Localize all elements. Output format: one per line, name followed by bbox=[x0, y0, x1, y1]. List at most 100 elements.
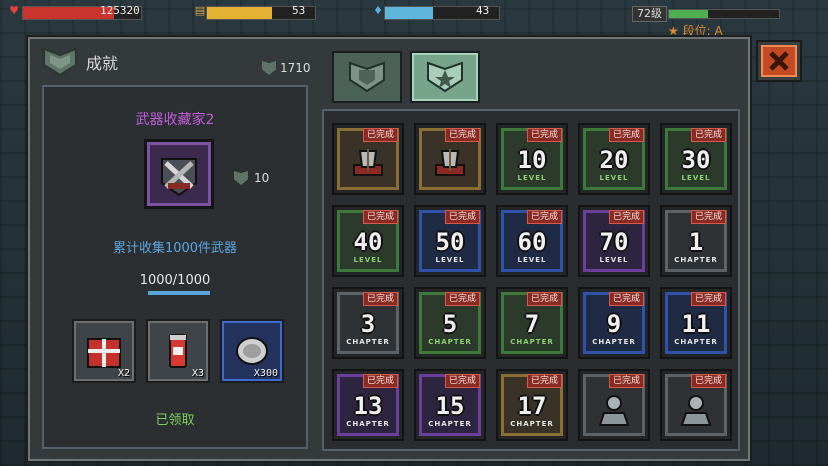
completed-tag: 已完成 bbox=[444, 128, 480, 142]
achievement-grid: 已完成 已完成 10 LEVEL 已完成 20 LEVEL 已完成 30 LEVEL 已完成 40 LE… bbox=[332, 123, 732, 441]
completed-tag: 已完成 bbox=[608, 374, 644, 388]
completed-tag: 已完成 bbox=[690, 128, 726, 142]
badge-label: CHAPTER bbox=[510, 419, 554, 428]
achievement-cell[interactable]: 已完成 bbox=[414, 123, 486, 195]
achievement-cell[interactable]: 7 CHAPTER 已完成 bbox=[496, 287, 568, 359]
achievement-cell[interactable]: 10 LEVEL 已完成 bbox=[496, 123, 568, 195]
badge-number: 40 bbox=[353, 227, 383, 256]
reward-quantity: X3 bbox=[191, 368, 204, 379]
completed-tag: 已完成 bbox=[690, 374, 726, 388]
badge-label: CHAPTER bbox=[346, 419, 390, 428]
hammer-banner-icon bbox=[435, 149, 465, 176]
achievement-cell[interactable]: 已完成 bbox=[660, 369, 732, 441]
completed-tag: 已完成 bbox=[690, 210, 726, 224]
points-value: 1710 bbox=[280, 61, 311, 75]
achievement-cell[interactable]: 11 CHAPTER 已完成 bbox=[660, 287, 732, 359]
badge-number: 50 bbox=[435, 227, 465, 256]
shield-tab-icon bbox=[349, 61, 385, 93]
achievement-cell[interactable]: 5 CHAPTER 已完成 bbox=[414, 287, 486, 359]
badge-number: 13 bbox=[353, 391, 383, 420]
badge-label: CHAPTER bbox=[674, 255, 718, 264]
achievement-cell[interactable]: 1 CHAPTER 已完成 bbox=[660, 205, 732, 277]
points-shield-icon bbox=[262, 61, 276, 75]
tab-achievement-star[interactable] bbox=[410, 51, 480, 103]
badge-number: 30 bbox=[681, 145, 711, 174]
completed-tag: 已完成 bbox=[526, 292, 562, 306]
achievement-grid-box: 已完成 已完成 10 LEVEL 已完成 20 LEVEL 已完成 30 LEVEL 已完成 40 LE… bbox=[322, 109, 740, 451]
hero-bust-icon bbox=[598, 395, 630, 426]
reward-item[interactable]: X300 bbox=[220, 319, 284, 383]
reward-quantity: X2 bbox=[117, 368, 130, 379]
completed-tag: 已完成 bbox=[526, 128, 562, 142]
badge-label: CHAPTER bbox=[592, 337, 636, 346]
star-shield-tab-icon bbox=[427, 61, 463, 93]
badge-label: CHAPTER bbox=[674, 337, 718, 346]
badge-label: CHAPTER bbox=[428, 337, 472, 346]
completed-tag: 已完成 bbox=[444, 374, 480, 388]
progress-text: 1000/1000 bbox=[139, 273, 211, 288]
completed-tag: 已完成 bbox=[444, 210, 480, 224]
achievement-cell[interactable]: 15 CHAPTER 已完成 bbox=[414, 369, 486, 441]
xp-bar bbox=[668, 9, 780, 19]
badge-label: LEVEL bbox=[517, 173, 547, 182]
achievement-cell[interactable]: 13 CHAPTER 已完成 bbox=[332, 369, 404, 441]
achievement-cell[interactable]: 已完成 bbox=[578, 369, 650, 441]
reward-item[interactable]: X2 bbox=[72, 319, 136, 383]
tab-achievement-shield[interactable] bbox=[332, 51, 402, 103]
rank-text: 段位: A bbox=[682, 24, 723, 38]
badge-number: 10 bbox=[517, 145, 547, 174]
panel-title: 成就 bbox=[86, 54, 119, 73]
achievement-cell[interactable]: 已完成 bbox=[332, 123, 404, 195]
completed-tag: 已完成 bbox=[362, 128, 398, 142]
badge-number: 3 bbox=[360, 309, 376, 338]
achievement-detail: 武器收藏家2 10 累计收集1000件武器 1000/1000 X2 X3 X3… bbox=[42, 85, 308, 449]
star-icon: ★ bbox=[668, 24, 679, 38]
completed-tag: 已完成 bbox=[362, 292, 398, 306]
axe-banner-icon bbox=[353, 149, 383, 176]
red-gift-box-icon bbox=[87, 338, 121, 368]
claim-status: 已领取 bbox=[155, 413, 195, 428]
hp-value: 125320 bbox=[100, 4, 140, 17]
completed-tag: 已完成 bbox=[444, 292, 480, 306]
badge-number: 17 bbox=[517, 391, 547, 420]
achievement-shield-icon bbox=[43, 47, 77, 77]
completed-tag: 已完成 bbox=[690, 292, 726, 306]
achievement-cell[interactable]: 17 CHAPTER 已完成 bbox=[496, 369, 568, 441]
achievement-cell[interactable]: 40 LEVEL 已完成 bbox=[332, 205, 404, 277]
achievement-points: 1710 bbox=[262, 61, 311, 75]
achievement-cell[interactable]: 30 LEVEL 已完成 bbox=[660, 123, 732, 195]
progress-fill bbox=[148, 291, 210, 295]
heart-icon: ♥ bbox=[9, 4, 19, 17]
achievement-cell[interactable]: 50 LEVEL 已完成 bbox=[414, 205, 486, 277]
badge-label: LEVEL bbox=[435, 255, 465, 264]
completed-tag: 已完成 bbox=[608, 128, 644, 142]
achievement-cell[interactable]: 60 LEVEL 已完成 bbox=[496, 205, 568, 277]
energy-drop-icon: ♦ bbox=[373, 4, 383, 17]
completed-tag: 已完成 bbox=[608, 210, 644, 224]
achievement-description: 累计收集1000件武器 bbox=[112, 241, 238, 256]
completed-tag: 已完成 bbox=[362, 210, 398, 224]
badge-number: 1 bbox=[688, 227, 704, 256]
badge-label: LEVEL bbox=[681, 173, 711, 182]
achievements-panel: 成就 1710 武器收藏家2 10 累计收集1000件武器 1000/1000 bbox=[28, 37, 750, 461]
reward-quantity: X300 bbox=[253, 368, 278, 379]
badge-label: LEVEL bbox=[353, 255, 383, 264]
completed-tag: 已完成 bbox=[526, 374, 562, 388]
reward-points: 10 bbox=[234, 171, 269, 185]
achievement-cell[interactable]: 3 CHAPTER 已完成 bbox=[332, 287, 404, 359]
achievement-cell[interactable]: 70 LEVEL 已完成 bbox=[578, 205, 650, 277]
silver-coin-icon bbox=[236, 337, 268, 365]
achievement-cell[interactable]: 9 CHAPTER 已完成 bbox=[578, 287, 650, 359]
badge-label: CHAPTER bbox=[346, 337, 390, 346]
reward-list: X2 X3 X300 bbox=[72, 319, 284, 383]
badge-number: 20 bbox=[599, 145, 629, 174]
close-button[interactable] bbox=[756, 40, 802, 82]
badge-number: 15 bbox=[435, 391, 465, 420]
energy-bar-fill bbox=[385, 7, 433, 19]
panel-header: 成就 bbox=[42, 45, 118, 79]
reward-shield-icon bbox=[234, 171, 248, 185]
achievement-cell[interactable]: 20 LEVEL 已完成 bbox=[578, 123, 650, 195]
badge-label: LEVEL bbox=[599, 255, 629, 264]
completed-tag: 已完成 bbox=[362, 374, 398, 388]
reward-item[interactable]: X3 bbox=[146, 319, 210, 383]
